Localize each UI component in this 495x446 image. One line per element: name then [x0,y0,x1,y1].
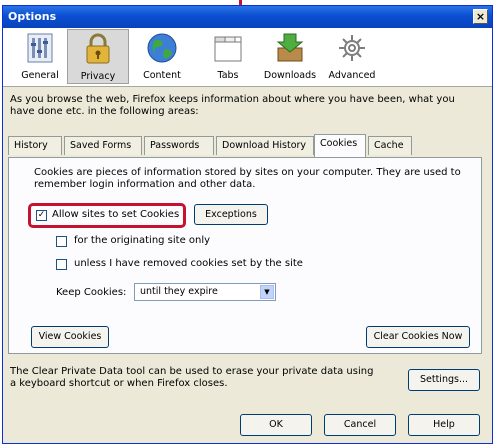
toolbar-content[interactable]: Content [131,31,193,81]
removed-cookies-checkbox[interactable] [56,259,67,270]
settings-button[interactable]: Settings... [408,369,480,391]
toolbar-privacy[interactable]: Privacy [67,29,129,84]
toolbar-label: Content [143,70,181,81]
toolbar-label: Advanced [328,70,376,81]
removed-cookies-label: unless I have removed cookies set by the… [74,258,303,269]
close-button[interactable]: × [473,9,488,24]
toolbar-advanced[interactable]: Advanced [321,31,383,81]
window-title: Options [8,10,57,23]
keep-cookies-label: Keep Cookies: [56,287,127,298]
originating-site-label: for the originating site only [74,235,211,246]
tabs-icon [214,36,242,62]
toolbar-tabs[interactable]: Tabs [197,31,259,81]
tab-history[interactable]: History [8,136,62,155]
callout-highlight-box [28,203,186,228]
toolbar-label: Privacy [80,71,116,82]
download-icon [276,33,304,62]
cancel-button[interactable]: Cancel [324,414,396,436]
globe-icon [147,33,177,63]
toolbar-label: Tabs [217,70,239,81]
toolbar-label: General [21,70,59,81]
cookies-info: Cookies are pieces of information stored… [34,167,461,190]
clear-cookies-button[interactable]: Clear Cookies Now [366,326,470,348]
clear-private-data-text: The Clear Private Data tool can be used … [10,366,374,389]
keep-cookies-dropdown[interactable]: until they expire ▼ [134,283,276,301]
tab-cookies[interactable]: Cookies [314,134,366,157]
tab-saved-forms[interactable]: Saved Forms [64,136,142,155]
toolbar-downloads[interactable]: Downloads [259,31,321,81]
view-cookies-button[interactable]: View Cookies [31,326,109,348]
keep-cookies-value: until they expire [140,286,218,297]
tab-passwords[interactable]: Passwords [144,136,214,155]
lock-icon [86,33,110,64]
exceptions-button[interactable]: Exceptions [194,204,268,225]
close-icon: × [475,10,486,23]
general-icon [27,33,53,63]
title-bar: Options × [3,6,492,28]
gear-icon [339,35,365,61]
ok-button[interactable]: OK [240,414,312,436]
dropdown-arrow-icon: ▼ [260,285,274,299]
originating-site-checkbox[interactable] [56,236,67,247]
tab-download-history[interactable]: Download History [216,136,314,155]
toolbar-label: Downloads [263,70,317,81]
toolbar-general[interactable]: General [9,31,71,81]
help-button[interactable]: Help [408,414,480,436]
privacy-description: As you browse the web, Firefox keeps inf… [10,94,455,117]
tab-cache[interactable]: Cache [368,136,412,155]
options-toolbar: General Privacy Content Tabs Downloads A… [3,28,492,87]
